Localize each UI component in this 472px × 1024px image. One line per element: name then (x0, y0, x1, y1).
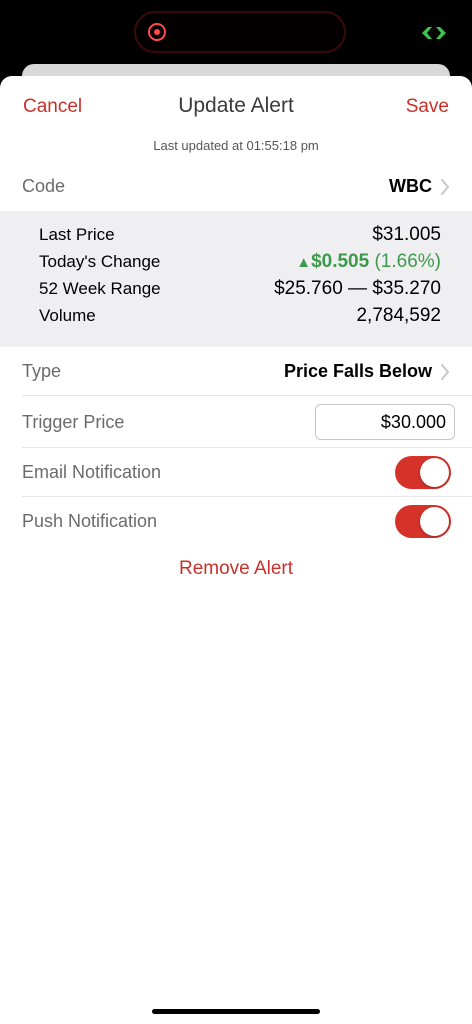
email-notification-row: Email Notification (0, 448, 472, 497)
navigation-bar: Cancel Update Alert Save (0, 76, 472, 138)
save-button[interactable]: Save (406, 96, 449, 118)
todays-change-value: ▲$0.505 (1.66%) (296, 251, 441, 273)
week-range-value: $25.760 — $35.270 (274, 277, 441, 299)
code-value: WBC (389, 176, 432, 196)
last-updated-text: Last updated at 01:55:18 pm (153, 138, 319, 153)
code-label: Code (22, 176, 66, 196)
remove-alert-button[interactable]: Remove Alert (0, 558, 472, 580)
up-arrow-icon: ▲ (296, 253, 312, 271)
volume-row: Volume 2,784,592 (39, 302, 441, 329)
type-row[interactable]: Type Price Falls Below (0, 347, 472, 396)
change-percent: (1.66%) (374, 250, 441, 272)
change-amount: $0.505 (311, 250, 370, 272)
push-notification-row: Push Notification (0, 497, 472, 546)
home-indicator (152, 1009, 320, 1014)
link-icon (422, 27, 446, 39)
update-alert-sheet: Cancel Update Alert Save Last updated at… (0, 76, 472, 1024)
push-notification-label: Push Notification (22, 511, 158, 531)
volume-label: Volume (39, 305, 96, 325)
trigger-price-label: Trigger Price (22, 411, 125, 432)
trigger-price-row: Trigger Price (0, 396, 472, 448)
stock-stats-panel: Last Price $31.005 Today's Change ▲$0.50… (0, 211, 472, 347)
type-label: Type (22, 361, 62, 381)
page-title: Update Alert (178, 94, 294, 117)
last-price-label: Last Price (39, 224, 115, 244)
toggle-knob (420, 458, 449, 487)
push-notification-toggle[interactable] (395, 505, 451, 538)
chevron-right-icon (441, 363, 449, 380)
volume-value: 2,784,592 (356, 304, 441, 326)
last-price-row: Last Price $31.005 (39, 221, 441, 248)
screen-recording-icon (148, 23, 166, 41)
last-price-value: $31.005 (372, 223, 441, 245)
todays-change-label: Today's Change (39, 251, 161, 271)
week-range-row: 52 Week Range $25.760 — $35.270 (39, 275, 441, 302)
type-value: Price Falls Below (283, 361, 432, 381)
dynamic-island (134, 11, 346, 53)
chevron-right-icon (441, 178, 449, 195)
todays-change-row: Today's Change ▲$0.505 (1.66%) (39, 248, 441, 275)
code-row[interactable]: Code WBC (0, 162, 472, 211)
toggle-knob (420, 507, 449, 536)
week-range-label: 52 Week Range (39, 278, 161, 298)
email-notification-label: Email Notification (22, 462, 162, 482)
email-notification-toggle[interactable] (395, 456, 451, 489)
trigger-price-input[interactable] (315, 404, 455, 440)
